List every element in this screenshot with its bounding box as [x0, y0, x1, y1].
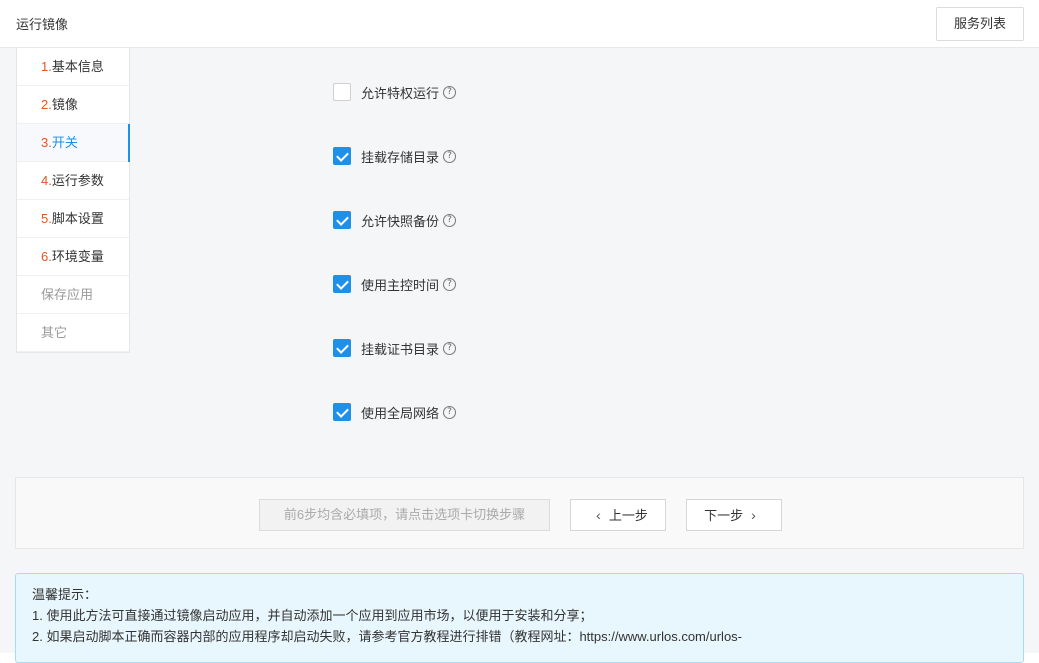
- switch-label: 挂载存储目录: [361, 149, 440, 165]
- question-circle-icon[interactable]: ?: [443, 85, 457, 99]
- switch-label: 使用主控时间: [361, 277, 440, 293]
- next-step-label: 下一步: [704, 508, 744, 523]
- switch-label: 使用全局网络: [361, 405, 440, 421]
- step-number: 4.: [41, 173, 52, 188]
- step-number: 3.: [41, 135, 52, 150]
- chevron-right-icon: ›: [751, 507, 756, 523]
- tips-title: 温馨提示：: [32, 587, 98, 602]
- prev-step-button[interactable]: ‹ 上一步: [570, 499, 666, 531]
- switch-label: 挂载证书目录: [361, 341, 440, 357]
- switch-mount-certs: 挂载证书目录 ?: [333, 338, 457, 358]
- sidebar-item-basic-info[interactable]: 1.基本信息: [17, 48, 129, 86]
- sidebar-item-script-settings[interactable]: 5.脚本设置: [17, 200, 129, 238]
- step-footer: 前6步均含必填项，请点击选项卡切换步骤 ‹ 上一步 下一步 ›: [15, 477, 1024, 549]
- service-list-button[interactable]: 服务列表: [936, 7, 1024, 41]
- chevron-left-icon: ‹: [596, 507, 601, 523]
- tips-line: 2. 如果启动脚本正确而容器内部的应用程序却启动失败，请参考官方教程进行排错（教…: [32, 629, 742, 644]
- question-circle-icon[interactable]: ?: [443, 405, 457, 419]
- question-circle-icon[interactable]: ?: [443, 277, 457, 291]
- required-steps-hint: 前6步均含必填项，请点击选项卡切换步骤: [259, 499, 550, 531]
- main-content: 1.基本信息 2.镜像 3.开关 4.运行参数 5.脚本设置 6.环境变量 保存…: [0, 48, 1039, 663]
- switch-label: 允许特权运行: [361, 85, 440, 101]
- mount-certs-checkbox[interactable]: [333, 339, 351, 357]
- sidebar-item-run-params[interactable]: 4.运行参数: [17, 162, 129, 200]
- switch-mount-storage: 挂载存储目录 ?: [333, 146, 457, 166]
- step-sidebar: 1.基本信息 2.镜像 3.开关 4.运行参数 5.脚本设置 6.环境变量 保存…: [16, 48, 130, 353]
- next-step-button[interactable]: 下一步 ›: [686, 499, 782, 531]
- switch-list: 允许特权运行 ? 挂载存储目录 ? 允许快照备份 ? 使用主控时间 ? 挂载证书…: [333, 82, 457, 466]
- sidebar-item-label: 环境变量: [51, 249, 104, 264]
- sidebar-item-label: 镜像: [51, 97, 78, 112]
- global-network-checkbox[interactable]: [333, 403, 351, 421]
- step-number: 5.: [41, 211, 52, 226]
- step-number: 1.: [41, 59, 52, 74]
- step-number: 2.: [41, 97, 52, 112]
- sidebar-item-other[interactable]: 其它: [17, 314, 129, 352]
- sidebar-item-label: 脚本设置: [51, 211, 104, 226]
- sidebar-item-label: 开关: [51, 135, 78, 150]
- switch-privileged: 允许特权运行 ?: [333, 82, 457, 102]
- sidebar-item-label: 保存应用: [41, 287, 94, 302]
- prev-step-label: 上一步: [608, 508, 648, 523]
- mount-storage-checkbox[interactable]: [333, 147, 351, 165]
- master-time-checkbox[interactable]: [333, 275, 351, 293]
- page-title: 运行镜像: [16, 17, 69, 32]
- sidebar-item-env-vars[interactable]: 6.环境变量: [17, 238, 129, 276]
- sidebar-item-save-app[interactable]: 保存应用: [17, 276, 129, 314]
- sidebar-item-image[interactable]: 2.镜像: [17, 86, 129, 124]
- sidebar-item-label: 基本信息: [51, 59, 104, 74]
- snapshot-backup-checkbox[interactable]: [333, 211, 351, 229]
- sidebar-item-switches[interactable]: 3.开关: [17, 124, 130, 162]
- tips-line: 1. 使用此方法可直接通过镜像启动应用，并自动添加一个应用到应用市场，以便用于安…: [32, 608, 593, 623]
- question-circle-icon[interactable]: ?: [443, 341, 457, 355]
- sidebar-item-label: 其它: [41, 325, 68, 340]
- switch-master-time: 使用主控时间 ?: [333, 274, 457, 294]
- step-number: 6.: [41, 249, 52, 264]
- question-circle-icon[interactable]: ?: [443, 149, 457, 163]
- switch-snapshot-backup: 允许快照备份 ?: [333, 210, 457, 230]
- tips-box: 温馨提示： 1. 使用此方法可直接通过镜像启动应用，并自动添加一个应用到应用市场…: [15, 573, 1024, 663]
- question-circle-icon[interactable]: ?: [443, 213, 457, 227]
- switch-global-network: 使用全局网络 ?: [333, 402, 457, 422]
- switch-label: 允许快照备份: [361, 213, 440, 229]
- top-bar: 运行镜像 服务列表: [0, 0, 1039, 48]
- sidebar-item-label: 运行参数: [51, 173, 104, 188]
- privileged-checkbox[interactable]: [333, 83, 351, 101]
